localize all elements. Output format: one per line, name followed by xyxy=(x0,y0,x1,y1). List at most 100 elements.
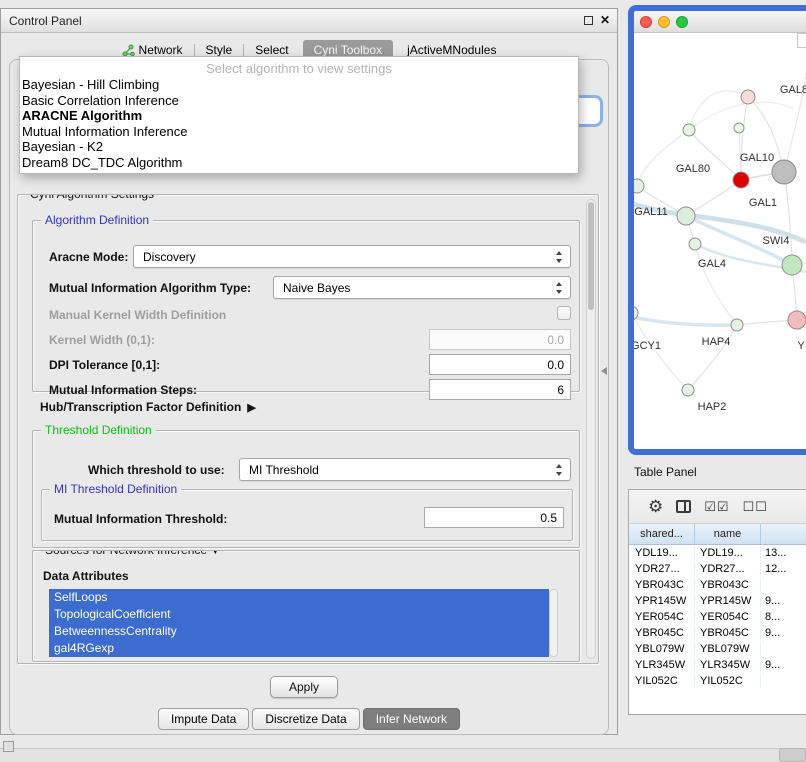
tab-discretize-data[interactable]: Discretize Data xyxy=(252,708,359,730)
table-row[interactable]: YIL052C YIL052C xyxy=(629,673,806,689)
table-body: YDL19... YDL19... 13... YDR27... YDR27..… xyxy=(629,545,806,714)
network-edge xyxy=(634,316,737,325)
panel-title: Control Panel xyxy=(9,14,82,28)
table-panel-title: Table Panel xyxy=(634,465,697,479)
tab-infer-network[interactable]: Infer Network xyxy=(363,708,460,730)
table-row[interactable]: YBR043C YBR043C xyxy=(629,577,806,593)
network-node[interactable] xyxy=(733,172,749,188)
cell: 8... xyxy=(761,611,806,623)
combo-value: Discovery xyxy=(143,250,196,264)
network-window-titlebar[interactable] xyxy=(634,11,806,33)
columns-icon[interactable] xyxy=(676,500,691,513)
tab-label: Network xyxy=(139,43,183,57)
sources-group: Sources for Network Inference ▼ Data Att… xyxy=(32,550,580,662)
which-threshold-combo[interactable]: MI Threshold xyxy=(239,458,571,481)
network-node[interactable] xyxy=(788,311,806,329)
close-traffic-light[interactable] xyxy=(640,16,652,28)
combo-arrows-icon xyxy=(556,464,563,476)
network-node-label: Y xyxy=(797,340,805,352)
attribute-item-selected[interactable]: BetweennessCentrality xyxy=(49,623,549,640)
table-row[interactable]: YPR145W YPR145W 9... xyxy=(629,593,806,609)
cell: 13... xyxy=(761,547,806,559)
network-scrollbar-button[interactable] xyxy=(797,33,806,48)
kernel-width-field[interactable] xyxy=(429,329,571,350)
control-panel-titlebar: Control Panel ✕ xyxy=(1,9,617,33)
close-icon[interactable]: ✕ xyxy=(600,13,610,27)
hub-definition-toggle[interactable]: Hub/Transcription Factor Definition ▶ xyxy=(40,400,256,414)
zoom-traffic-light[interactable] xyxy=(676,16,688,28)
mi-threshold-field[interactable] xyxy=(424,507,564,528)
column-header-partial[interactable] xyxy=(761,524,806,544)
bottom-strip xyxy=(0,748,806,762)
dropdown-item-basic-correlation[interactable]: Basic Correlation Inference xyxy=(20,93,578,109)
network-node-label: HAP4 xyxy=(702,336,731,348)
network-node[interactable] xyxy=(731,319,743,331)
table-row[interactable]: YER054C YER054C 8... xyxy=(629,609,806,625)
network-node[interactable] xyxy=(683,124,695,136)
combo-arrows-icon xyxy=(556,282,563,294)
table-row[interactable]: YBL079W YBL079W xyxy=(629,641,806,657)
network-node-label: GAL80 xyxy=(676,163,710,175)
combo-value: MI Threshold xyxy=(249,463,319,477)
dropdown-item-dream8[interactable]: Dream8 DC_TDC Algorithm xyxy=(20,155,578,171)
float-window-icon[interactable] xyxy=(584,16,593,25)
network-node[interactable] xyxy=(772,160,796,184)
dpi-tolerance-field[interactable] xyxy=(429,354,571,375)
column-header-shared[interactable]: shared... xyxy=(629,524,695,544)
dropdown-item-bayesian-hill[interactable]: Bayesian - Hill Climbing xyxy=(20,77,578,93)
table-row[interactable]: YBR045C YBR045C 9... xyxy=(629,625,806,641)
network-node-label: GAL4 xyxy=(698,258,726,270)
cell: YBL079W xyxy=(695,643,761,655)
cell: YPR145W xyxy=(629,595,695,607)
cell: YIL052C xyxy=(629,675,695,687)
mi-steps-field[interactable] xyxy=(429,379,571,400)
network-node-label: GAL1 xyxy=(749,197,777,209)
attribute-item-selected[interactable]: SelfLoops xyxy=(49,589,549,606)
section-title: MI Threshold Definition xyxy=(50,482,181,496)
manual-kernel-checkbox[interactable] xyxy=(557,306,571,320)
dropdown-item-mutual-information[interactable]: Mutual Information Inference xyxy=(20,124,578,140)
collapsed-panel-icon[interactable] xyxy=(3,741,14,752)
cell: YIL052C xyxy=(695,675,761,687)
network-node[interactable] xyxy=(689,238,701,250)
cell: YBR045C xyxy=(695,627,761,639)
settings-scrollbar[interactable] xyxy=(586,199,596,659)
scrollbar-thumb[interactable] xyxy=(588,202,594,310)
network-canvas[interactable]: GAL8GAL80GAL10GAL11GAL1SWI4GAL4GCY1HAP4H… xyxy=(634,33,806,449)
table-row[interactable]: YDL19... YDL19... 13... xyxy=(629,545,806,561)
cell: YBR043C xyxy=(695,579,761,591)
network-node[interactable] xyxy=(634,179,644,193)
table-row[interactable]: YDR27... YDR27... 12... xyxy=(629,561,806,577)
gear-icon[interactable]: ⚙ xyxy=(648,497,663,517)
aracne-mode-label: Aracne Mode: xyxy=(49,250,128,264)
tab-label: Cyni Toolbox xyxy=(314,43,382,57)
cell: YLR345W xyxy=(695,659,761,671)
algorithm-dropdown-popup: Select algorithm to view settings Bayesi… xyxy=(19,56,579,174)
network-node[interactable] xyxy=(741,90,755,104)
attribute-item-selected[interactable]: gal4RGexp xyxy=(49,640,549,657)
table-row[interactable]: YLR345W YLR345W 9... xyxy=(629,657,806,673)
network-node[interactable] xyxy=(782,255,802,275)
network-node[interactable] xyxy=(734,123,744,133)
network-node[interactable] xyxy=(677,207,695,225)
apply-button[interactable]: Apply xyxy=(270,676,338,698)
attribute-list-scrollbar[interactable] xyxy=(549,589,558,657)
dropdown-item-bayesian-k2[interactable]: Bayesian - K2 xyxy=(20,139,578,155)
tab-impute-data[interactable]: Impute Data xyxy=(158,708,249,730)
cell: 12... xyxy=(761,563,806,575)
network-node-label: SWI4 xyxy=(763,235,790,247)
network-node[interactable] xyxy=(682,384,694,396)
cell: YDL19... xyxy=(695,547,761,559)
mi-algorithm-type-combo[interactable]: Naive Bayes xyxy=(273,276,571,299)
panel-collapse-arrow[interactable] xyxy=(601,367,607,375)
minimize-traffic-light[interactable] xyxy=(658,16,670,28)
aracne-mode-combo[interactable]: Discovery xyxy=(133,245,571,268)
network-icon xyxy=(122,44,135,57)
dropdown-item-aracne[interactable]: ARACNE Algorithm xyxy=(20,108,578,124)
unchecked-boxes-icon[interactable]: ☐☐ xyxy=(743,499,768,515)
column-header-name[interactable]: name xyxy=(695,524,761,544)
sources-toggle[interactable]: Sources for Network Inference ▼ xyxy=(41,550,224,559)
attribute-item-selected[interactable]: TopologicalCoefficient xyxy=(49,606,549,623)
checked-boxes-icon[interactable]: ☑☑ xyxy=(704,499,729,515)
combo-value: Naive Bayes xyxy=(283,281,350,295)
